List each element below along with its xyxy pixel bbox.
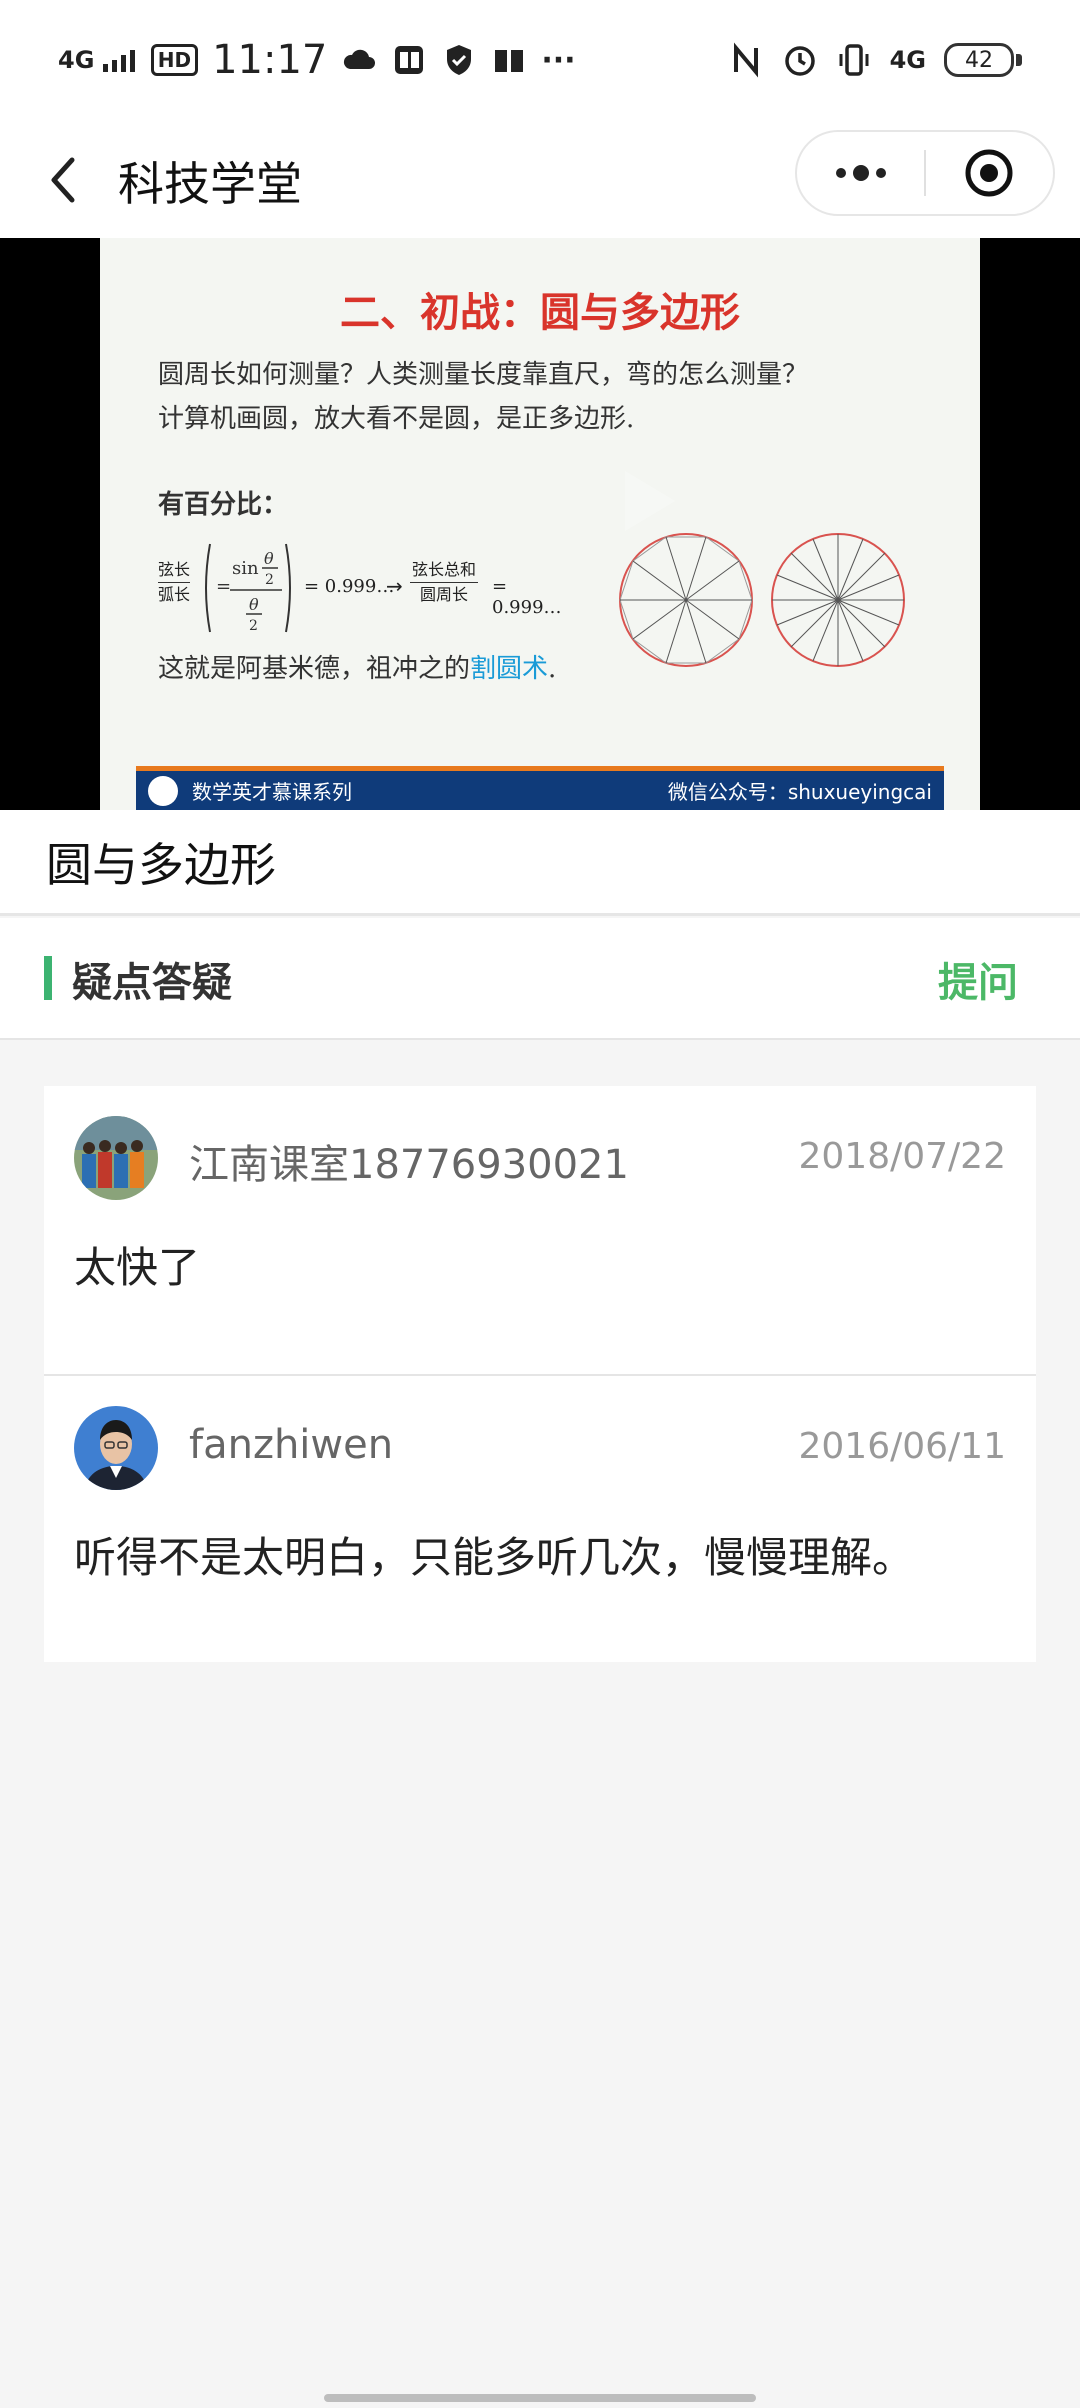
mini-program-capsule [795,130,1055,216]
slide-text-suffix: . [548,654,557,684]
comment-text: 太快了 [74,1243,201,1292]
formula-value: = 0.999… [492,576,562,618]
battery-level: 42 [944,43,1014,77]
svg-text:θ: θ [249,595,259,614]
formula-sin-ratio: = sin θ 2 θ 2 [205,543,291,634]
shield-icon [447,45,472,75]
video-slide: 二、初战：圆与多边形 圆周长如何测量？人类测量长度靠直尺，弯的怎么测量？ 计算机… [100,238,980,810]
slide-highlight-text: 割圆术 [470,654,549,684]
alarm-icon [784,46,815,76]
svg-text:θ: θ [264,549,274,568]
app-notification-icon [395,46,424,74]
comment-text: 听得不是太明白，只能多听几次，慢慢理解。 [74,1533,915,1582]
slide-text-line: 这就是阿基米德，祖冲之的割圆术. [158,648,556,685]
slide-text-line: 圆周长如何测量？人类测量长度靠直尺，弯的怎么测量？ [158,360,809,390]
arrow-icon: → [386,574,403,598]
formula-denominator: 弧长 [158,585,191,604]
comment-item: fanzhiwen 2016/06/11 听得不是太明白，只能多听几次，慢慢理解… [44,1374,1036,1662]
slide-footer: 数学英才慕课系列 微信公众号：shuxueyingcai [136,766,944,810]
svg-text:2: 2 [265,572,274,588]
close-miniprogram-button[interactable] [926,132,1053,214]
avatar[interactable] [74,1406,158,1490]
network-type-label: 4G [58,46,95,74]
vibrate-icon [839,44,869,76]
more-dots-icon [835,165,886,181]
status-bar: 4G HD 11:17 ··· 4G 42 [0,0,1080,120]
target-icon [965,149,1013,197]
formula-numerator: 弦长 [158,558,191,583]
cloud-icon [344,49,376,69]
qa-section-title: 疑点答疑 [72,960,232,1006]
svg-text:sin: sin [232,558,259,579]
comment-item: 江南课室18776930021 2018/07/22 太快了 [44,1086,1036,1374]
lesson-title: 圆与多边形 [0,810,1080,916]
nav-title: 科技学堂 [118,157,302,211]
comment-date: 2018/07/22 [798,1136,1007,1177]
home-indicator[interactable] [324,2394,756,2402]
back-arrow-icon[interactable] [40,150,90,210]
clock: 11:17 [212,37,328,83]
network-4g-icon: 4G [889,46,926,74]
ask-question-button[interactable]: 提问 [938,950,1018,1008]
series-name: 数学英才慕课系列 [192,780,352,804]
svg-text:=: = [216,576,231,597]
hd-badge: HD [150,44,199,76]
avatar[interactable] [74,1116,158,1200]
comment-author: fanzhiwen [189,1422,394,1468]
comment-author: 江南课室18776930021 [189,1142,629,1188]
video-player[interactable]: 二、初战：圆与多边形 圆周长如何测量？人类测量长度靠直尺，弯的怎么测量？ 计算机… [0,238,1080,810]
more-notifications-icon: ··· [541,42,576,78]
slide-text-line: 有百分比： [158,490,289,520]
formula-value: = 0.999… [304,576,395,597]
comment-date: 2016/06/11 [798,1426,1007,1467]
svg-text:2: 2 [249,618,258,634]
nfc-icon [733,42,758,78]
formula-denominator: 圆周长 [420,585,469,604]
slide-text-line: 计算机画圆，放大看不是圆，是正多边形. [158,404,635,434]
play-icon [625,471,675,531]
book-icon [495,50,524,72]
section-accent-bar [44,956,52,1000]
slide-title: 二、初战：圆与多边形 [340,289,740,336]
cellular-signal-icon: 4G [58,48,137,72]
nav-bar: 科技学堂 [0,120,1080,238]
course-logo-icon [148,775,178,806]
slide-text-prefix: 这就是阿基米德，祖冲之的 [158,654,471,684]
more-button[interactable] [797,132,924,214]
polygon-circles-diagram [619,533,905,667]
battery-icon: 42 [944,43,1022,77]
slide-formula: 弦长 弧长 = sin θ 2 θ 2 = 0.999… → 弦长总和 圆周长 [158,538,578,638]
qa-header: 疑点答疑 提问 [0,918,1080,1040]
formula-numerator: 弦长总和 [410,558,479,583]
wechat-account: 微信公众号：shuxueyingcai [667,780,932,804]
